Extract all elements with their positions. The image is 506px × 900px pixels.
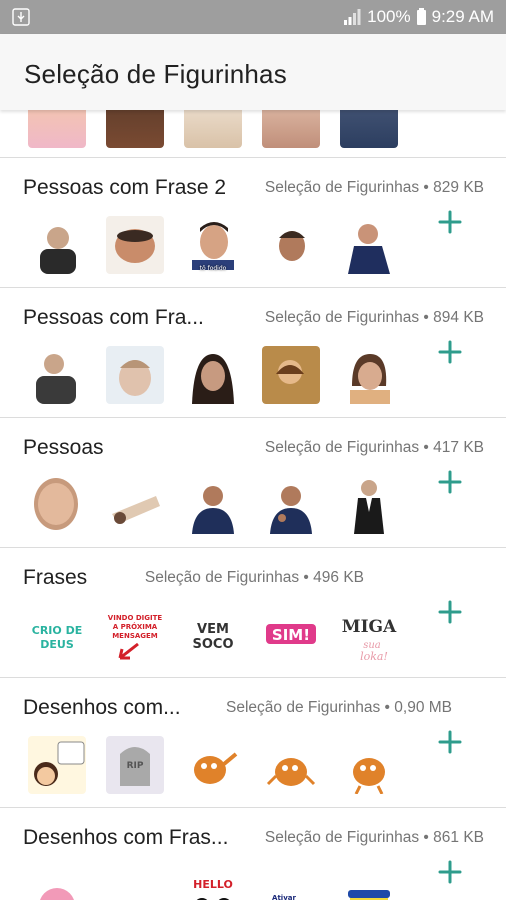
page-title: Seleção de Figurinhas: [24, 59, 287, 89]
partial-pack-row[interactable]: [0, 110, 506, 157]
sticker-pack-row[interactable]: Pessoas Seleção de Figurinhas • 417 KB: [0, 418, 506, 548]
pack-meta: Seleção de Figurinhas • 861 KB: [264, 829, 484, 846]
svg-text:VEM: VEM: [197, 622, 229, 637]
sticker-thumbnail: [28, 476, 86, 534]
sticker-thumbnail: [262, 110, 320, 148]
sticker-thumbnail: [28, 346, 86, 404]
sticker-thumbnail: tô fodido: [184, 216, 242, 274]
sticker-thumbnail: [340, 346, 398, 404]
clock: 9:29 AM: [431, 7, 494, 26]
svg-text:CRIO DE: CRIO DE: [32, 624, 82, 637]
add-pack-plus-icon[interactable]: [436, 858, 464, 886]
svg-text:HELLO: HELLO: [193, 878, 233, 891]
pack-meta: Seleção de Figurinhas • 829 KB: [264, 179, 484, 196]
battery-percent: 100%: [367, 7, 411, 26]
add-pack-plus-icon[interactable]: [436, 468, 464, 496]
add-pack-plus-icon[interactable]: [436, 728, 464, 756]
svg-text:A PRÓXIMA: A PRÓXIMA: [113, 622, 158, 631]
sticker-pack-row[interactable]: Desenhos com... Seleção de Figurinhas • …: [0, 678, 506, 808]
pack-meta: Seleção de Figurinhas • 417 KB: [264, 439, 484, 456]
svg-text:loka!: loka!: [360, 650, 388, 663]
sticker-thumbnail: [340, 110, 398, 148]
pack-meta: Seleção de Figurinhas • 0,90 MB: [226, 699, 452, 716]
pack-name: Pessoas: [23, 436, 104, 459]
svg-text:DEUS: DEUS: [40, 638, 74, 651]
sticker-thumbnail: VEM SOCO: [184, 606, 242, 664]
svg-text:MENSAGEM: MENSAGEM: [112, 632, 158, 640]
svg-text:VINDO DIGITE: VINDO DIGITE: [108, 614, 163, 622]
svg-text:SOCO: SOCO: [192, 637, 233, 652]
sticker-thumbnail: [184, 736, 242, 794]
sticker-thumbnail: VINDO DIGITE A PRÓXIMA MENSAGEM: [106, 606, 164, 664]
signal-icon: [344, 9, 361, 25]
usb-icon: [12, 8, 30, 26]
pack-meta: Seleção de Figurinhas • 496 KB: [144, 569, 364, 586]
sticker-thumbnail: [340, 736, 398, 794]
sticker-thumbnail: [262, 736, 320, 794]
pack-name: Frases: [23, 566, 88, 589]
pack-name: Pessoas com Fra...: [23, 306, 204, 329]
svg-text:RIP: RIP: [127, 761, 144, 771]
sticker-thumbnail: [28, 866, 86, 900]
svg-text:Ativar: Ativar: [272, 894, 296, 900]
sticker-thumbnail: Ativaro modo: [262, 866, 320, 900]
battery-icon: [416, 7, 426, 25]
sticker-thumbnail: HELLO: [184, 866, 242, 900]
add-pack-plus-icon[interactable]: [436, 598, 464, 626]
sticker-thumbnail: RIP: [106, 736, 164, 794]
sticker-thumbnail: [262, 216, 320, 274]
sticker-thumbnail: [184, 346, 242, 404]
sticker-thumbnail: [28, 216, 86, 274]
sticker-thumbnail: CRIO DE DEUS: [28, 606, 86, 664]
sticker-thumbnail: [184, 476, 242, 534]
sticker-pack-row[interactable]: Frases Seleção de Figurinhas • 496 KB CR…: [0, 548, 506, 678]
sticker-thumbnail: [262, 346, 320, 404]
sticker-pack-row[interactable]: Pessoas com Fra... Seleção de Figurinhas…: [0, 288, 506, 418]
sticker-thumbnail: [106, 866, 164, 900]
sticker-thumbnail: [106, 216, 164, 274]
pack-meta: Seleção de Figurinhas • 894 KB: [264, 309, 484, 326]
sticker-thumbnail: [340, 476, 398, 534]
pack-name: Pessoas com Frase 2: [23, 176, 227, 199]
sticker-caption: tô fodido: [199, 265, 227, 272]
status-bar: 100% 9:29 AM: [0, 0, 506, 34]
sticker-thumbnail: [340, 866, 398, 900]
sticker-thumbnail: [106, 476, 164, 534]
sticker-thumbnail: [340, 216, 398, 274]
add-pack-plus-icon[interactable]: [436, 208, 464, 236]
sticker-thumbnail: SIM!: [262, 606, 320, 664]
svg-text:SIM!: SIM!: [272, 626, 310, 644]
sticker-thumbnail: [106, 346, 164, 404]
sticker-pack-row[interactable]: Pessoas com Frase 2 Seleção de Figurinha…: [0, 158, 506, 288]
sticker-thumbnail: [262, 476, 320, 534]
pack-name: Desenhos com Fras...: [23, 826, 229, 849]
sticker-thumbnail: [184, 110, 242, 148]
sticker-pack-row[interactable]: Desenhos com Fras... Seleção de Figurinh…: [0, 808, 506, 900]
svg-text:MIGA: MIGA: [342, 617, 397, 637]
app-bar: Seleção de Figurinhas: [0, 34, 506, 110]
sticker-thumbnail: MIGA sua loka!: [340, 606, 398, 664]
sticker-thumbnail: [28, 736, 86, 794]
sticker-thumbnail: [28, 110, 86, 148]
pack-name: Desenhos com...: [23, 696, 181, 719]
add-pack-plus-icon[interactable]: [436, 338, 464, 366]
sticker-thumbnail: [106, 110, 164, 148]
